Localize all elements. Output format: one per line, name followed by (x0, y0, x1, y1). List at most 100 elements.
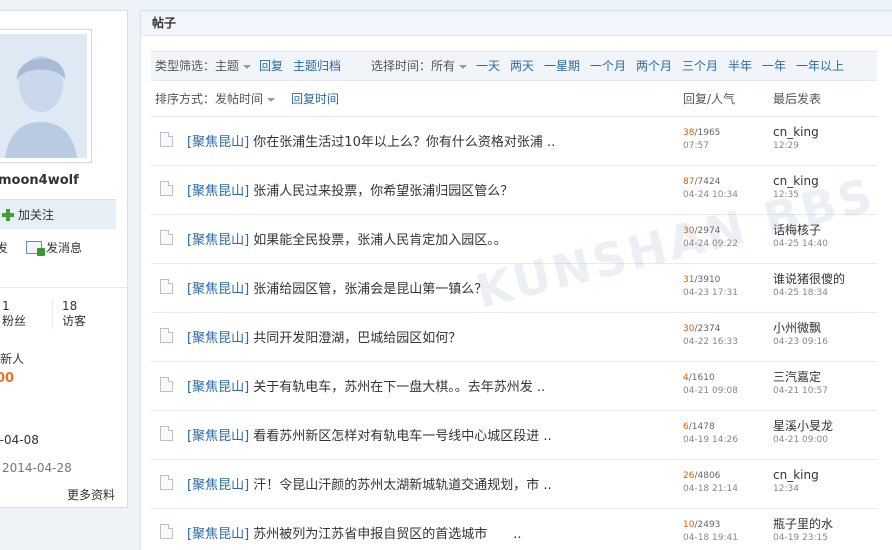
sort-reply-time-link[interactable]: 回复时间 (291, 87, 339, 111)
post-views: /7424 (694, 177, 721, 187)
post-views: /2374 (694, 324, 721, 334)
post-replies: 26 (683, 471, 695, 481)
last-post-user[interactable]: 小州微飘 (773, 321, 828, 335)
range-one-week[interactable]: 一星期 (544, 52, 580, 80)
post-time: 04-19 14:26 (683, 435, 738, 445)
stat-visitors[interactable]: 18 访客 (62, 299, 86, 329)
follow-button[interactable]: 加关注 (2, 206, 54, 223)
post-counts: 26/4806 04-18 21:14 (683, 470, 738, 496)
last-post-user[interactable]: cn_king (773, 174, 819, 188)
post-counts: 10/2493 04-18 19:41 (683, 519, 738, 545)
last-visit-date: 2014-04-28 (2, 461, 72, 475)
default-avatar-icon (0, 34, 87, 158)
post-category-tag[interactable]: [聚焦昆山] (187, 331, 249, 346)
last-post-user[interactable]: 星溪小旻龙 (773, 419, 833, 433)
filter-reply-link[interactable]: 回复 (259, 52, 283, 80)
profile-panel: moon4wolf 加关注 发 发消息 1 粉丝 18 访客 新人 00 4-0… (0, 10, 128, 508)
range-two-days[interactable]: 两天 (510, 52, 534, 80)
post-category-tag[interactable]: [聚焦昆山] (187, 478, 249, 493)
post-replies: 31 (683, 275, 695, 285)
avatar-image (0, 34, 87, 158)
stat-visitors-label: 访客 (62, 314, 87, 328)
post-time: 07:57 (683, 141, 709, 151)
post-views: /3910 (694, 275, 721, 285)
last-post-user[interactable]: 三汽嘉定 (773, 370, 828, 384)
post-title-link[interactable]: [聚焦昆山] 共同开发阳澄湖，巴城给园区如何？ (187, 327, 461, 346)
post-counts: 38/1965 07:57 (683, 127, 720, 153)
table-row: [聚焦昆山] 苏州被列为江苏省申报自贸区的首选城市 .. 10/2493 04-18… (151, 509, 877, 550)
last-post-user[interactable]: cn_king (773, 468, 819, 482)
post-category-tag[interactable]: [聚焦昆山] (187, 429, 249, 444)
sort-bar: 排序方式： 发帖时间 回复时间 回复/人气 最后发表 (151, 87, 877, 117)
last-post-user[interactable]: 话梅核子 (773, 223, 828, 237)
range-three-months[interactable]: 三个月 (682, 52, 718, 80)
avatar[interactable] (0, 29, 92, 163)
post-category-tag[interactable]: [聚焦昆山] (187, 527, 249, 542)
post-title: 看看苏州新区怎样对有轨电车一号线中心城区段进 .. (253, 429, 552, 444)
post-title-link[interactable]: [聚焦昆山] 你在张浦生活过10年以上么？你有什么资格对张浦 .. (187, 131, 555, 150)
filter-bar: 类型筛选： 主题 回复 主题归档 选择时间： 所有 一天 两天 一星期 一个月 … (151, 51, 877, 81)
post-counts: 30/2974 04-24 09:22 (683, 225, 738, 251)
post-category-tag[interactable]: [聚焦昆山] (187, 135, 249, 150)
posts-header: 帖子 (141, 11, 892, 36)
post-title-link[interactable]: [聚焦昆山] 如果能全民投票，张浦人民肯定加入园区。。 (187, 229, 507, 248)
last-post-time: 04-25 14:40 (773, 239, 828, 249)
post-counts: 6/1478 04-19 14:26 (683, 421, 738, 447)
last-post-time: 04-21 10:57 (773, 386, 828, 396)
last-post-info: 话梅核子 04-25 14:40 (773, 223, 828, 251)
last-post-user[interactable]: 谁说猪很傻的 (773, 272, 845, 286)
sort-dropdown[interactable]: 发帖时间 (215, 87, 276, 111)
post-views: /2493 (694, 520, 721, 530)
last-post-user[interactable]: 瓶子里的水 (773, 517, 833, 531)
last-post-time: 12:35 (773, 190, 799, 200)
last-post-info: cn_king 12:29 (773, 125, 819, 153)
post-category-tag[interactable]: [聚焦昆山] (187, 184, 249, 199)
action-row: 发 发消息 (0, 239, 127, 257)
more-profile-link[interactable]: 更多资料 (67, 486, 115, 503)
filter-archive-link[interactable]: 主题归档 (293, 52, 341, 80)
range-over-one-year[interactable]: 一年以上 (796, 52, 844, 80)
document-icon (160, 524, 173, 539)
post-category-tag[interactable]: [聚焦昆山] (187, 380, 249, 395)
time-filter-dropdown[interactable]: 所有 (431, 52, 468, 80)
post-title-link[interactable]: [聚焦昆山] 汗！令昆山汗颜的苏州太湖新城轨道交通规划，市 .. (187, 474, 552, 493)
profile-stats: 1 粉丝 18 访客 (0, 299, 127, 331)
post-time: 04-21 09:08 (683, 386, 738, 396)
range-two-months[interactable]: 两个月 (636, 52, 672, 80)
last-post-info: 三汽嘉定 04-21 10:57 (773, 370, 828, 398)
last-post-user[interactable]: cn_king (773, 125, 819, 139)
stat-fans[interactable]: 1 粉丝 (2, 299, 26, 329)
post-title-link[interactable]: [聚焦昆山] 张浦给园区管，张浦会是昆山第一镇么？ (187, 278, 487, 297)
post-title: 你在张浦生活过10年以上么？你有什么资格对张浦 .. (253, 135, 556, 150)
chevron-down-icon (243, 64, 252, 69)
send-post-button[interactable]: 发 (0, 239, 8, 256)
last-post-info: 瓶子里的水 04-19 23:15 (773, 517, 833, 545)
post-title-link[interactable]: [聚焦昆山] 关于有轨电车，苏州在下一盘大棋。。去年苏州发 .. (187, 376, 545, 395)
type-filter-dropdown[interactable]: 主题 (215, 52, 252, 80)
post-views: /2974 (694, 226, 721, 236)
table-row: [聚焦昆山] 汗！令昆山汗颜的苏州太湖新城轨道交通规划，市 .. 26/4806 0… (151, 460, 877, 509)
post-replies: 38 (683, 128, 695, 138)
table-row: [聚焦昆山] 看看苏州新区怎样对有轨电车一号线中心城区段进 .. 6/1478 04… (151, 411, 877, 460)
post-title-link[interactable]: [聚焦昆山] 看看苏州新区怎样对有轨电车一号线中心城区段进 .. (187, 425, 552, 444)
post-replies: 30 (683, 226, 695, 236)
last-post-time: 04-23 09:16 (773, 337, 828, 347)
range-half-year[interactable]: 半年 (728, 52, 752, 80)
type-filter-label: 类型筛选： (155, 59, 216, 73)
range-one-year[interactable]: 一年 (762, 52, 786, 80)
last-post-info: 星溪小旻龙 04-21 09:00 (773, 419, 833, 447)
range-one-day[interactable]: 一天 (476, 52, 500, 80)
document-icon (160, 377, 173, 392)
range-one-month[interactable]: 一个月 (590, 52, 626, 80)
post-category-tag[interactable]: [聚焦昆山] (187, 233, 249, 248)
post-title-link[interactable]: [聚焦昆山] 张浦人民过来投票，你希望张浦归园区管么？ (187, 180, 513, 199)
message-icon (26, 241, 45, 256)
post-title-link[interactable]: [聚焦昆山] 苏州被列为江苏省申报自贸区的首选城市 .. (187, 523, 522, 542)
send-message-button[interactable]: 发消息 (26, 239, 82, 256)
stat-visitors-value: 18 (62, 299, 78, 313)
table-row: [聚焦昆山] 关于有轨电车，苏州在下一盘大棋。。去年苏州发 .. 4/1610 04… (151, 362, 877, 411)
table-row: [聚焦昆山] 如果能全民投票，张浦人民肯定加入园区。。 30/2974 04-24 … (151, 215, 877, 264)
post-category-tag[interactable]: [聚焦昆山] (187, 282, 249, 297)
post-title: 张浦给园区管，张浦会是昆山第一镇么？ (253, 282, 488, 297)
document-icon (160, 181, 173, 196)
